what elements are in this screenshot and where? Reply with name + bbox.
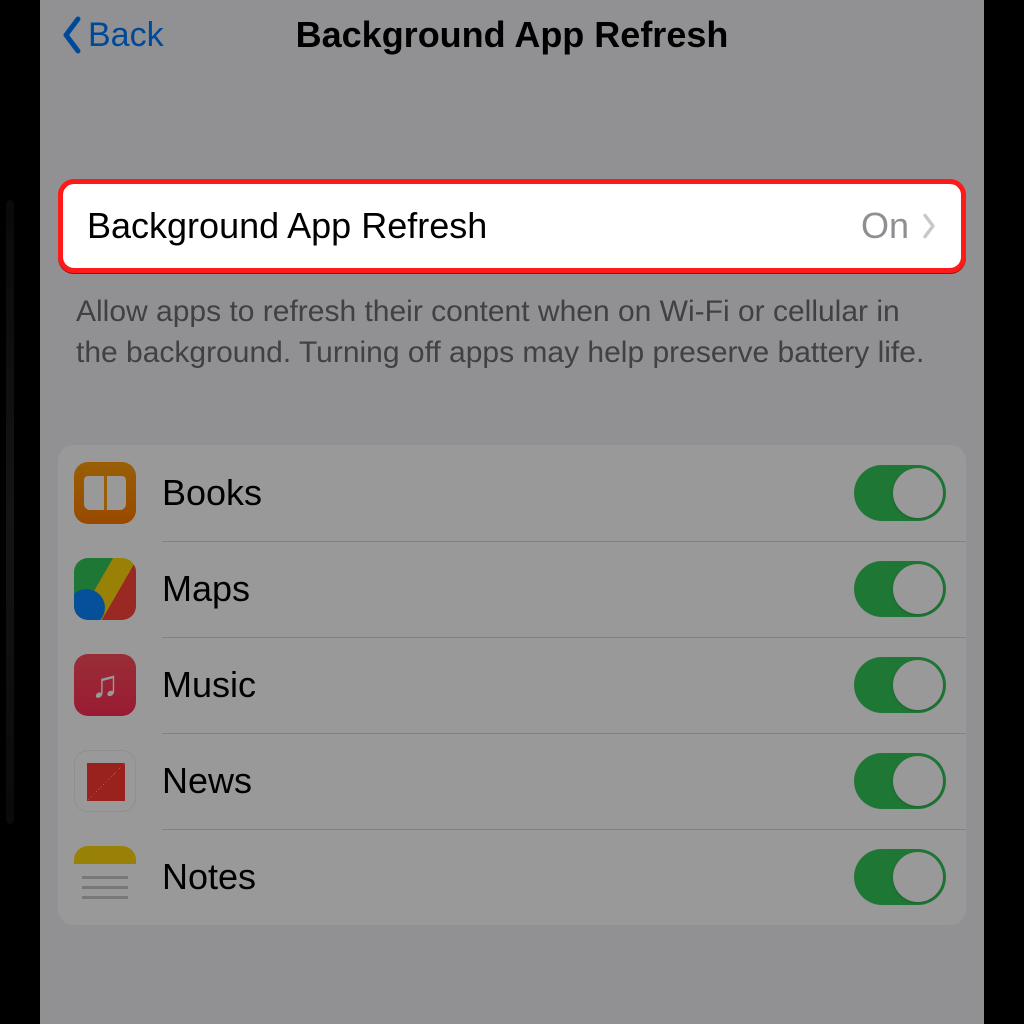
- screen: Back Background App Refresh Background A…: [40, 0, 984, 1024]
- back-label: Back: [88, 16, 164, 55]
- app-label: Notes: [162, 856, 854, 898]
- background-refresh-value: On: [861, 205, 909, 247]
- books-icon: [74, 462, 136, 524]
- toggle-music[interactable]: [854, 657, 946, 713]
- app-row-notes: Notes: [58, 829, 966, 925]
- app-label: News: [162, 760, 854, 802]
- app-label: Books: [162, 472, 854, 514]
- app-row-maps: Maps: [58, 541, 966, 637]
- maps-icon: [74, 558, 136, 620]
- toggle-maps[interactable]: [854, 561, 946, 617]
- toggle-notes[interactable]: [854, 849, 946, 905]
- chevron-right-icon: [921, 212, 937, 240]
- background-refresh-row-highlight[interactable]: Background App Refresh On: [58, 179, 966, 273]
- section-footer: Allow apps to refresh their content when…: [40, 274, 984, 373]
- app-row-music: Music: [58, 637, 966, 733]
- toggle-news[interactable]: [854, 753, 946, 809]
- app-list: Books Maps Music News Notes: [58, 445, 966, 925]
- back-button[interactable]: Back: [60, 15, 164, 55]
- music-icon: [74, 654, 136, 716]
- notes-icon: [74, 846, 136, 908]
- toggle-books[interactable]: [854, 465, 946, 521]
- app-row-books: Books: [58, 445, 966, 541]
- news-icon: [74, 750, 136, 812]
- spacer: [40, 373, 984, 445]
- app-label: Maps: [162, 568, 854, 610]
- background-refresh-label: Background App Refresh: [87, 205, 861, 247]
- nav-bar: Back Background App Refresh: [40, 0, 984, 70]
- device-frame: Back Background App Refresh Background A…: [0, 0, 1024, 1024]
- spacer: [40, 70, 984, 180]
- page-title: Background App Refresh: [40, 14, 984, 56]
- chevron-left-icon: [60, 15, 84, 55]
- app-row-news: News: [58, 733, 966, 829]
- bezel-right: [984, 0, 1024, 1024]
- app-label: Music: [162, 664, 854, 706]
- bezel-left: [0, 0, 40, 1024]
